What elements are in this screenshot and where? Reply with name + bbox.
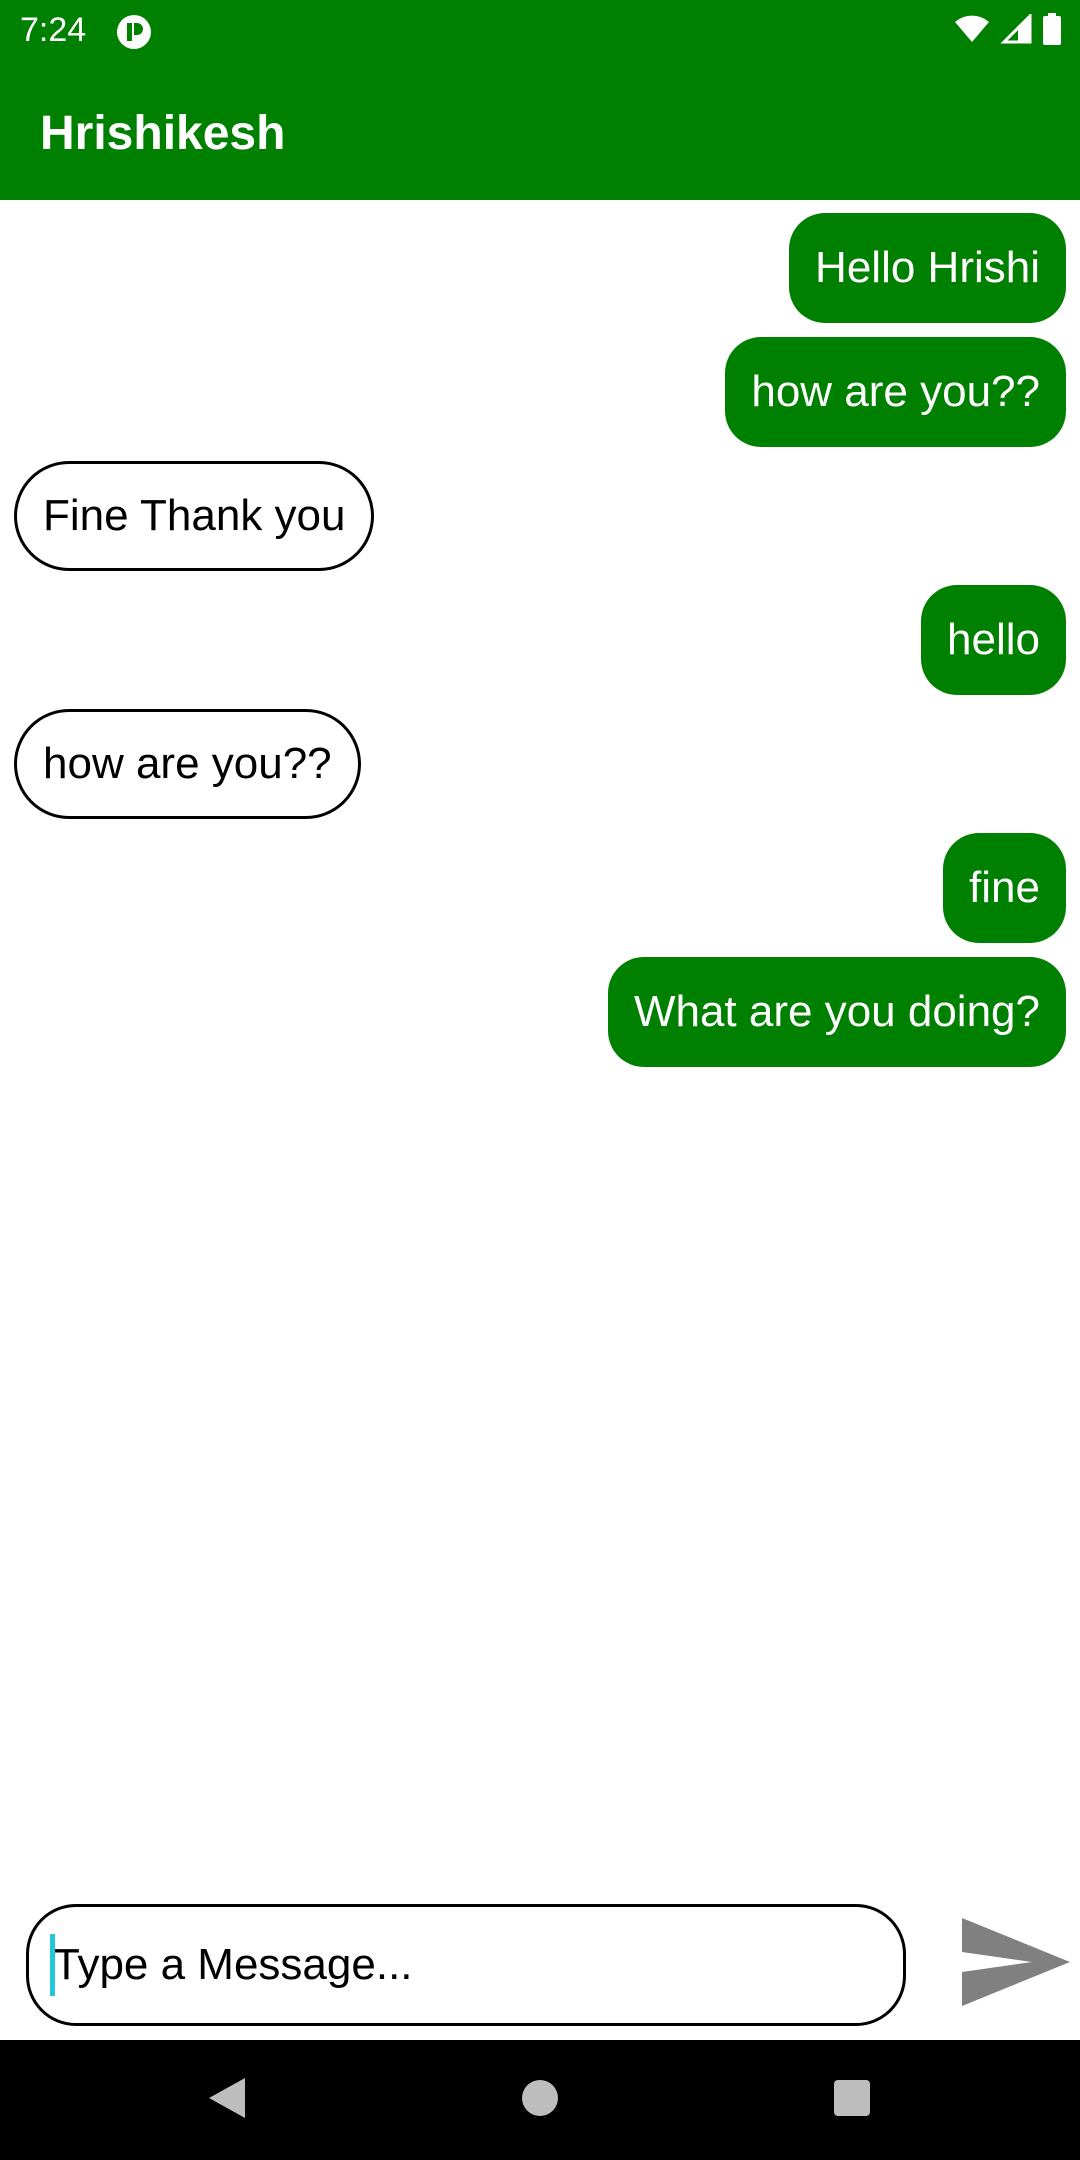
battery-icon [1042, 12, 1062, 50]
sent-message-bubble[interactable]: how are you?? [725, 337, 1066, 447]
message-list[interactable]: Hello Hrishi how are you?? Fine Thank yo… [0, 200, 1080, 1840]
sent-message-bubble[interactable]: What are you doing? [607, 957, 1066, 1067]
sent-message-bubble[interactable]: hello [921, 585, 1066, 695]
wifi-icon [954, 14, 990, 49]
back-button[interactable] [196, 2070, 256, 2130]
received-message-bubble[interactable]: how are you?? [14, 709, 361, 819]
chat-title: Hrishikesh [40, 107, 286, 160]
text-cursor [50, 1934, 55, 1996]
sent-message-bubble[interactable]: fine [943, 833, 1066, 943]
message-row: how are you?? [14, 709, 1066, 819]
message-row: Hello Hrishi [14, 213, 1066, 323]
home-icon [520, 2078, 560, 2123]
message-row: What are you doing? [14, 957, 1066, 1067]
status-icons [954, 11, 1062, 50]
app-bar: Hrishikesh [0, 62, 1080, 200]
message-row: Fine Thank you [14, 461, 1066, 571]
status-time: 7:24 [20, 11, 87, 49]
system-nav-bar [0, 2040, 1080, 2160]
home-button[interactable] [510, 2070, 570, 2130]
recents-icon [832, 2078, 872, 2123]
message-row: fine [14, 833, 1066, 943]
status-bar: 7:24 [0, 0, 1080, 62]
message-row: how are you?? [14, 337, 1066, 447]
message-input[interactable] [26, 1904, 906, 2026]
received-message-bubble[interactable]: Fine Thank you [14, 461, 375, 571]
send-icon [960, 1914, 1072, 2015]
back-icon [205, 2076, 247, 2125]
send-button[interactable] [960, 1914, 1072, 2014]
app-notification-icon [116, 14, 152, 50]
message-row: hello [14, 585, 1066, 695]
signal-icon [1000, 11, 1032, 49]
recents-button[interactable] [822, 2070, 882, 2130]
sent-message-bubble[interactable]: Hello Hrishi [789, 213, 1066, 323]
